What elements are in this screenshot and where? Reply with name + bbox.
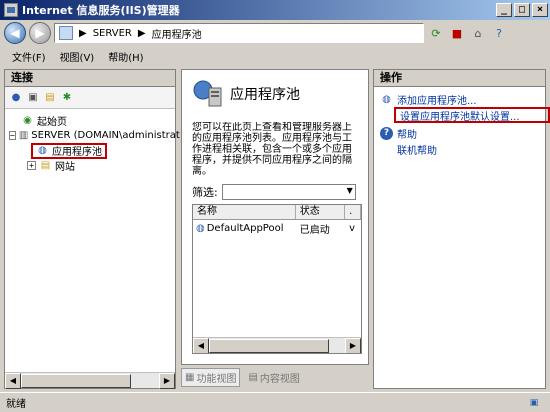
- title-bar: Internet 信息服务(IIS)管理器 _ □ ×: [0, 0, 550, 20]
- features-pane: 应用程序池 您可以在此页上查看和管理服务器上的应用程序池列表。应用程序池与工作进…: [181, 69, 369, 365]
- tree-label: 应用程序池: [52, 147, 102, 158]
- table-row[interactable]: ◍ DefaultAppPool 已启动 v: [193, 220, 361, 236]
- menu-file[interactable]: 文件(F): [12, 49, 46, 64]
- server-icon: [59, 26, 73, 40]
- breadcrumb-separator: ▶: [137, 27, 146, 39]
- tree-label: 起始页: [37, 117, 67, 128]
- actions-pane: 操作 ◍ 添加应用程序池... 设置应用程序池默认设置... ? 帮助 联机帮助: [373, 69, 550, 389]
- address-field[interactable]: ▶ SERVER ▶ 应用程序池: [54, 23, 424, 43]
- tree-node-server[interactable]: − ▥ SERVER (DOMAIN\administrat: [5, 128, 180, 143]
- content-view-button[interactable]: ▤ 内容视图: [248, 370, 299, 385]
- filter-label: 筛选:: [192, 186, 218, 199]
- app-pool-icon: ◍: [196, 222, 205, 234]
- pool-status: 已启动: [299, 224, 330, 236]
- scroll-left-icon[interactable]: ◀: [5, 372, 21, 389]
- tree-label: SERVER (DOMAIN\administrat: [31, 130, 180, 141]
- back-button[interactable]: ◀: [4, 22, 26, 44]
- refresh-icon[interactable]: ⟳: [427, 24, 445, 42]
- expand-icon[interactable]: +: [27, 161, 36, 170]
- features-view-button[interactable]: ▦ 功能视图: [181, 367, 241, 387]
- help-dropdown-icon[interactable]: ?: [490, 24, 508, 42]
- scroll-thumb[interactable]: [21, 373, 131, 388]
- menu-help[interactable]: 帮助(H): [108, 49, 143, 64]
- add-pool-icon: ◍: [382, 93, 391, 105]
- app-pool-large-icon: [192, 78, 224, 110]
- scroll-right-icon[interactable]: ▶: [345, 337, 361, 353]
- view-switcher: ▦ 功能视图 ▤ 内容视图: [181, 367, 369, 387]
- grid-horizontal-scrollbar[interactable]: ◀ ▶: [193, 337, 361, 353]
- status-bar: 就绪 ▣: [0, 392, 550, 412]
- tree-label: 网站: [55, 162, 75, 173]
- disconnect-icon[interactable]: ✱: [60, 91, 74, 105]
- iis-app-icon: [4, 3, 18, 17]
- action-label: 设置应用程序池默认设置...: [400, 111, 520, 123]
- dropdown-arrow-icon[interactable]: ▼: [347, 186, 353, 195]
- network-icon: ▣: [529, 398, 539, 408]
- action-label: 联机帮助: [397, 145, 437, 157]
- column-header-name[interactable]: 名称: [193, 205, 296, 219]
- menu-view[interactable]: 视图(V): [60, 49, 95, 64]
- pool-name: DefaultAppPool: [206, 222, 284, 234]
- scroll-thumb[interactable]: [209, 338, 329, 353]
- home-icon[interactable]: ⌂: [469, 24, 487, 42]
- horizontal-scrollbar[interactable]: ◀ ▶: [5, 372, 175, 389]
- tree-node-start-page[interactable]: ◉ 起始页: [5, 113, 175, 128]
- minimize-button[interactable]: _: [496, 3, 512, 17]
- scroll-left-icon[interactable]: ◀: [193, 337, 209, 353]
- help-icon: ?: [380, 126, 393, 140]
- window-title: Internet 信息服务(IIS)管理器: [22, 4, 180, 17]
- set-pool-defaults-link[interactable]: 设置应用程序池默认设置...: [394, 107, 550, 123]
- action-label: 添加应用程序池...: [397, 95, 477, 107]
- column-header-more[interactable]: .: [345, 205, 361, 219]
- breadcrumb-server[interactable]: SERVER: [93, 28, 132, 39]
- save-icon[interactable]: ▣: [26, 91, 40, 105]
- action-label: 帮助: [397, 129, 417, 141]
- content-view-label: 内容视图: [259, 373, 300, 385]
- pool-extra: v: [349, 222, 356, 234]
- app-pools-grid: 名称 状态 . ◍ DefaultAppPool 已启动 v ◀ ▶: [192, 204, 362, 354]
- address-bar: ◀ ▶ ▶ SERVER ▶ 应用程序池 ⟳ ■ ⌂ ?: [0, 20, 550, 46]
- breadcrumb-app-pools[interactable]: 应用程序池: [152, 26, 202, 41]
- scroll-right-icon[interactable]: ▶: [159, 372, 175, 389]
- sites-folder-icon: ▤: [40, 160, 51, 171]
- tree-node-app-pools[interactable]: ◍ 应用程序池: [5, 142, 175, 159]
- start-page-icon: ◉: [23, 115, 32, 126]
- connections-tree: ◉ 起始页 − ▥ SERVER (DOMAIN\administrat ◍ 应…: [5, 109, 180, 173]
- status-text: 就绪: [6, 399, 26, 410]
- folder-up-icon[interactable]: ▤: [43, 91, 57, 105]
- features-view-icon: ▦: [185, 371, 195, 383]
- page-title: 应用程序池: [230, 87, 300, 103]
- add-app-pool-link[interactable]: ◍ 添加应用程序池...: [380, 91, 541, 107]
- app-pool-icon: ◍: [38, 145, 47, 156]
- features-view-label: 功能视图: [196, 373, 237, 385]
- forward-button[interactable]: ▶: [29, 22, 51, 44]
- close-button[interactable]: ×: [532, 3, 548, 17]
- actions-header: 操作: [374, 70, 545, 87]
- content-view-icon: ▤: [248, 371, 258, 383]
- server-icon: ▥: [18, 130, 29, 141]
- connections-header: 连接: [5, 70, 175, 87]
- maximize-button[interactable]: □: [514, 3, 530, 17]
- connections-toolbar: ● ▣ ▤ ✱: [5, 87, 175, 109]
- online-help-link[interactable]: 联机帮助: [380, 141, 541, 157]
- filter-input[interactable]: ▼: [221, 184, 356, 200]
- collapse-icon[interactable]: −: [9, 131, 16, 140]
- stop-icon[interactable]: ■: [448, 24, 466, 42]
- selection-highlight-box: ◍ 应用程序池: [31, 142, 107, 159]
- breadcrumb-separator: ▶: [79, 27, 87, 39]
- menu-bar: 文件(F) 视图(V) 帮助(H): [0, 46, 550, 66]
- tree-node-sites[interactable]: + ▤ 网站: [5, 158, 175, 173]
- connect-icon[interactable]: ●: [9, 91, 23, 105]
- page-description: 您可以在此页上查看和管理服务器上的应用程序池列表。应用程序池与工作进程相关联，包…: [192, 122, 352, 177]
- help-link[interactable]: ? 帮助: [380, 125, 541, 141]
- column-header-status[interactable]: 状态: [296, 205, 346, 219]
- connections-pane: 连接 ● ▣ ▤ ✱ ◉ 起始页 − ▥ SERVER (DOMAIN\admi…: [4, 69, 180, 389]
